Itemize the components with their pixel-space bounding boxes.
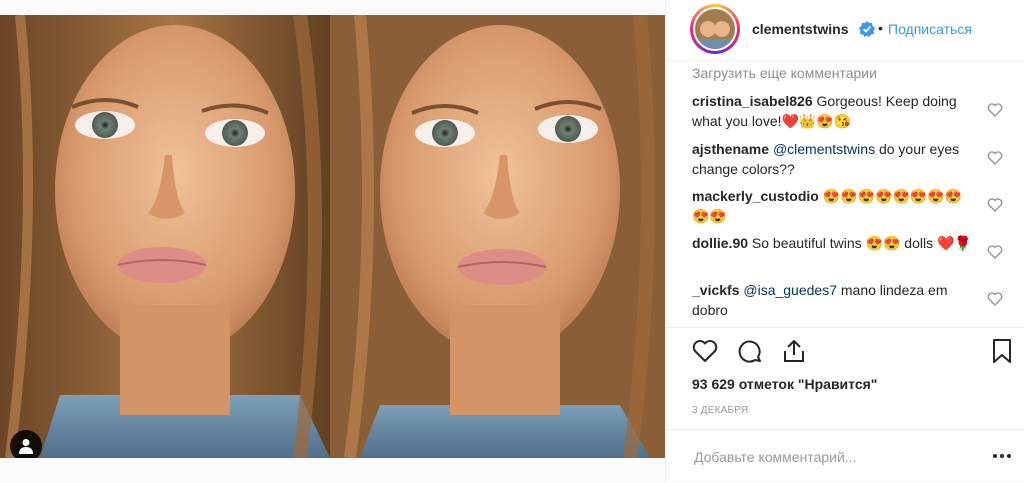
comment-item: dollie.90 So beautiful twins 😍😍 dolls ❤️…	[692, 233, 977, 253]
comment-item: _vickfs @isa_guedes7 mano lindeza em dob…	[692, 280, 977, 320]
like-comment-heart-icon[interactable]	[987, 291, 1003, 307]
comment-item: ajsthename @clementstwins do your eyes c…	[692, 139, 977, 179]
load-more-comments[interactable]: Загрузить еще комментарии	[692, 65, 877, 81]
comment-item: mackerly_custodio 😍😍😍😍😍😍😍😍😍😍	[692, 186, 977, 226]
avatar[interactable]	[690, 4, 740, 54]
like-comment-heart-icon[interactable]	[987, 102, 1003, 118]
comment-mention[interactable]: @isa_guedes7	[743, 282, 837, 298]
add-comment-section	[666, 429, 1024, 483]
like-comment-heart-icon[interactable]	[987, 244, 1003, 260]
user-icon	[19, 439, 33, 454]
post-username[interactable]: clementstwins	[752, 21, 848, 37]
verified-badge-icon	[859, 21, 875, 37]
user-tag-button[interactable]	[10, 430, 42, 458]
post-actions-bar	[666, 333, 1024, 373]
comments-list: Загрузить еще комментарии cristina_isabe…	[666, 62, 1024, 328]
comment-mention[interactable]: @clementstwins	[773, 141, 875, 157]
comment-author[interactable]: mackerly_custodio	[692, 188, 819, 204]
comment-author[interactable]: ajsthename	[692, 141, 769, 157]
like-comment-heart-icon[interactable]	[987, 150, 1003, 166]
comment-author[interactable]: dollie.90	[692, 235, 748, 251]
header-separator: •	[878, 20, 883, 36]
post-header: clementstwins • Подписаться	[666, 0, 1024, 61]
avatar-image	[695, 9, 735, 49]
heart-icon[interactable]	[691, 337, 719, 365]
post-image[interactable]	[0, 15, 665, 458]
like-comment-heart-icon[interactable]	[987, 197, 1003, 213]
twins-photo	[0, 15, 665, 458]
comment-author[interactable]: cristina_isabel826	[692, 93, 813, 109]
likes-label: отметок "Нравится"	[734, 376, 878, 392]
follow-button[interactable]: Подписаться	[888, 21, 972, 37]
comment-input[interactable]	[692, 448, 966, 466]
bookmark-icon[interactable]	[988, 337, 1016, 365]
comment-author[interactable]: _vickfs	[692, 282, 739, 298]
comment-text: So beautiful twins 😍😍 dolls ❤️🌹	[748, 235, 972, 251]
comment-icon[interactable]	[736, 337, 764, 365]
likes-number: 93 629	[692, 376, 735, 392]
likes-count[interactable]: 93 629 отметок "Нравится"	[692, 376, 877, 392]
post-date: 3 ДЕКАБРЯ	[692, 405, 749, 416]
share-icon[interactable]	[780, 337, 808, 365]
comment-item: cristina_isabel826 Gorgeous! Keep doing …	[692, 91, 977, 131]
post-side-panel: clementstwins • Подписаться Загрузить ещ…	[665, 0, 1024, 482]
ellipsis-icon[interactable]	[992, 452, 1012, 460]
